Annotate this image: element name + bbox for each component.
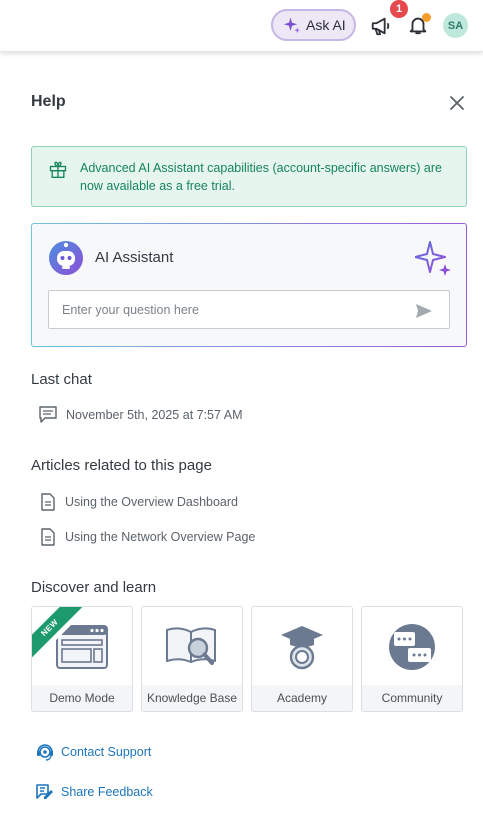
robot-icon bbox=[49, 241, 83, 275]
share-feedback-label: Share Feedback bbox=[61, 785, 153, 799]
top-bar: Ask AI 1 SA bbox=[0, 0, 483, 52]
book-magnifier-icon bbox=[166, 627, 216, 665]
megaphone-icon[interactable] bbox=[370, 15, 392, 37]
chat-icon bbox=[39, 406, 57, 423]
ask-ai-button[interactable]: Ask AI bbox=[271, 9, 356, 41]
document-icon bbox=[41, 528, 55, 546]
ai-assistant-card: AI Assistant bbox=[31, 223, 467, 347]
notification-count-badge: 1 bbox=[390, 0, 408, 18]
tile-community[interactable]: Community bbox=[361, 606, 463, 712]
last-chat-date: November 5th, 2025 at 7:57 AM bbox=[66, 407, 243, 422]
ai-question-input[interactable] bbox=[48, 290, 450, 329]
send-icon[interactable] bbox=[415, 303, 433, 319]
article-link: Using the Overview Dashboard bbox=[65, 495, 238, 509]
feedback-edit-icon bbox=[36, 784, 53, 799]
chat-bubbles-icon bbox=[389, 624, 435, 670]
article-item[interactable]: Using the Overview Dashboard bbox=[40, 493, 238, 511]
sparkle-icon bbox=[283, 17, 301, 34]
tile-label: Community bbox=[362, 685, 462, 711]
article-item[interactable]: Using the Network Overview Page bbox=[40, 528, 255, 546]
articles-heading: Articles related to this page bbox=[31, 457, 212, 474]
avatar[interactable]: SA bbox=[443, 13, 468, 38]
ai-assistant-title: AI Assistant bbox=[95, 249, 174, 266]
tile-academy[interactable]: Academy bbox=[251, 606, 353, 712]
support-headset-icon bbox=[37, 744, 53, 761]
tile-label: Demo Mode bbox=[32, 685, 132, 711]
tile-label: Knowledge Base bbox=[142, 685, 242, 711]
share-feedback-link[interactable]: Share Feedback bbox=[35, 782, 153, 802]
contact-support-label: Contact Support bbox=[61, 745, 152, 759]
gift-icon bbox=[49, 161, 67, 178]
notification-dot bbox=[422, 13, 431, 22]
tile-demo-mode[interactable]: NEW Demo Mode bbox=[31, 606, 133, 712]
tile-knowledge-base[interactable]: Knowledge Base bbox=[141, 606, 243, 712]
graduation-cap-icon bbox=[281, 626, 323, 670]
close-icon[interactable] bbox=[449, 95, 465, 111]
last-chat-heading: Last chat bbox=[31, 371, 92, 388]
discover-heading: Discover and learn bbox=[31, 579, 157, 596]
last-chat-item[interactable]: November 5th, 2025 at 7:57 AM bbox=[39, 406, 243, 423]
discover-tiles: NEW Demo Mode Knowledge Base Academy Com… bbox=[31, 606, 463, 712]
page-title: Help bbox=[31, 93, 66, 110]
ask-ai-label: Ask AI bbox=[306, 17, 346, 33]
sparkle-icon bbox=[415, 241, 451, 276]
document-icon bbox=[41, 493, 55, 511]
tile-label: Academy bbox=[252, 685, 352, 711]
banner-text: Advanced AI Assistant capabilities (acco… bbox=[80, 161, 442, 193]
trial-banner: Advanced AI Assistant capabilities (acco… bbox=[31, 146, 467, 207]
contact-support-link[interactable]: Contact Support bbox=[35, 742, 151, 762]
article-link: Using the Network Overview Page bbox=[65, 530, 256, 544]
